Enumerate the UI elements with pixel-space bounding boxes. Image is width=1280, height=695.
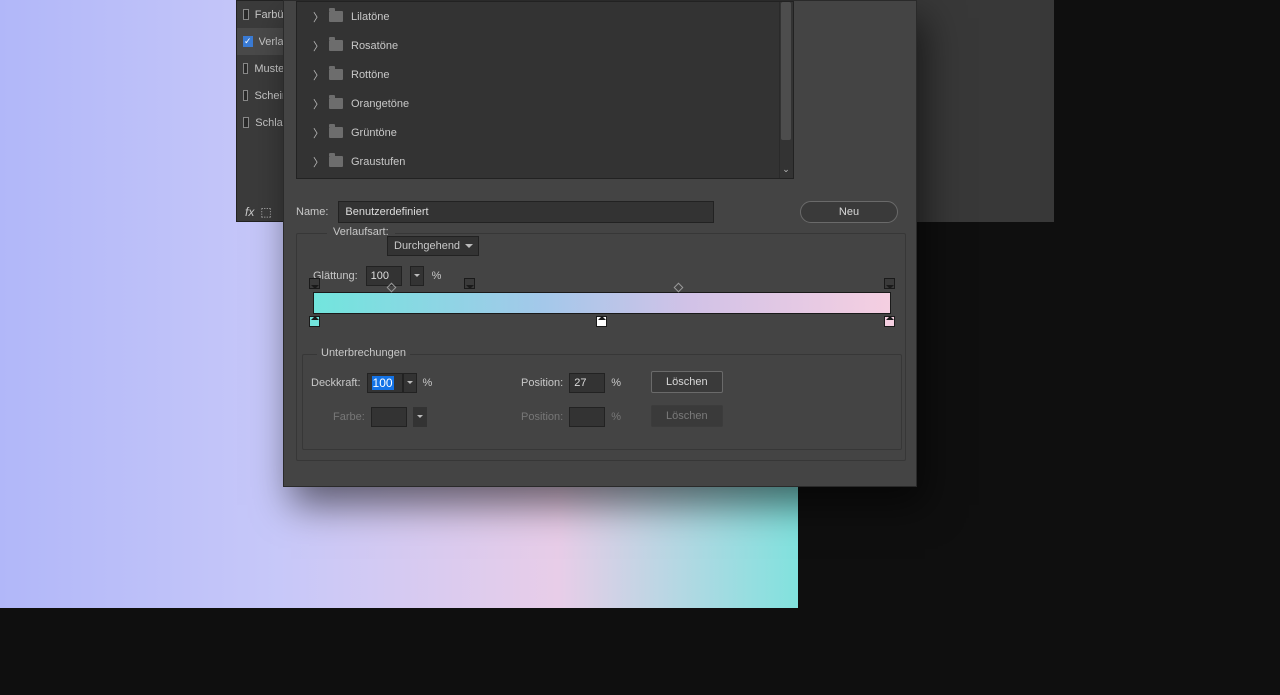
delete-color-stop-button[interactable]: Löschen <box>651 405 723 427</box>
fx-icon[interactable]: fx⬚ <box>245 205 272 219</box>
folder-icon <box>329 98 343 109</box>
chevron-right-icon: 〉 <box>313 154 321 170</box>
opacity-input[interactable]: 100 <box>367 373 403 393</box>
smoothness-dropdown[interactable] <box>410 266 424 286</box>
checkbox[interactable] <box>243 9 249 20</box>
opacity-stop[interactable] <box>464 278 475 289</box>
new-button[interactable]: Neu <box>800 201 898 223</box>
color-swatch[interactable] <box>371 407 407 427</box>
checkbox[interactable] <box>243 63 248 74</box>
preset-folder[interactable]: 〉Grüntöne <box>297 118 793 147</box>
scrollbar[interactable]: ⌄ <box>779 2 793 178</box>
gradient-bar[interactable] <box>313 292 891 314</box>
gradient-bar-area <box>300 292 904 314</box>
preset-folder[interactable]: 〉Graustufen <box>297 147 793 176</box>
percent-label: % <box>611 411 621 423</box>
scrollbar-thumb[interactable] <box>781 2 791 140</box>
folder-icon <box>329 69 343 80</box>
position-label: Position: <box>521 411 563 423</box>
folder-icon <box>329 127 343 138</box>
checkbox[interactable] <box>243 36 253 47</box>
folder-icon <box>329 156 343 167</box>
color-label: Farbe: <box>333 411 365 423</box>
percent-label: % <box>611 377 621 389</box>
opacity-label: Deckkraft: <box>311 377 361 389</box>
name-label: Name: <box>296 206 328 218</box>
opacity-stop[interactable] <box>884 278 895 289</box>
color-position-input[interactable] <box>569 407 605 427</box>
color-stop[interactable] <box>309 316 320 327</box>
color-stop[interactable] <box>596 316 607 327</box>
opacity-stop[interactable] <box>309 278 320 289</box>
smoothness-input[interactable] <box>366 266 402 286</box>
percent-label: % <box>423 377 433 389</box>
gradient-presets-list[interactable]: 〉Lilatöne 〉Rosatöne 〉Rottöne 〉Orangetöne… <box>296 1 794 179</box>
gradient-type-select[interactable]: Durchgehend <box>387 236 479 256</box>
opacity-dropdown[interactable] <box>403 373 417 393</box>
color-dropdown[interactable] <box>413 407 427 427</box>
preset-folder[interactable]: 〉Rottöne <box>297 60 793 89</box>
preset-folder[interactable]: 〉Orangetöne <box>297 89 793 118</box>
chevron-down-icon[interactable]: ⌄ <box>781 164 791 174</box>
chevron-right-icon: 〉 <box>313 67 321 83</box>
stops-section: Unterbrechungen Deckkraft: 100 % Positio… <box>302 354 902 450</box>
midpoint-handle[interactable] <box>674 283 684 293</box>
delete-opacity-stop-button[interactable]: Löschen <box>651 371 723 393</box>
percent-label: % <box>432 270 442 282</box>
gradient-type-section: Verlaufsart: Durchgehend Glättung: % Unt… <box>296 233 906 461</box>
stops-legend: Unterbrechungen <box>317 347 410 359</box>
position-label: Position: <box>521 377 563 389</box>
chevron-right-icon: 〉 <box>313 96 321 112</box>
chevron-right-icon: 〉 <box>313 9 321 25</box>
color-stop[interactable] <box>884 316 895 327</box>
opacity-position-input[interactable] <box>569 373 605 393</box>
folder-icon <box>329 11 343 22</box>
preset-folder[interactable]: 〉Rosatöne <box>297 31 793 60</box>
checkbox[interactable] <box>243 90 248 101</box>
chevron-right-icon: 〉 <box>313 38 321 54</box>
checkbox[interactable] <box>243 117 249 128</box>
gradient-name-input[interactable] <box>338 201 714 223</box>
gradient-type-label: Verlaufsart: <box>327 226 395 238</box>
chevron-right-icon: 〉 <box>313 125 321 141</box>
gradient-editor-dialog: 〉Lilatöne 〉Rosatöne 〉Rottöne 〉Orangetöne… <box>283 0 917 487</box>
folder-icon <box>329 40 343 51</box>
preset-folder[interactable]: 〉Lilatöne <box>297 2 793 31</box>
